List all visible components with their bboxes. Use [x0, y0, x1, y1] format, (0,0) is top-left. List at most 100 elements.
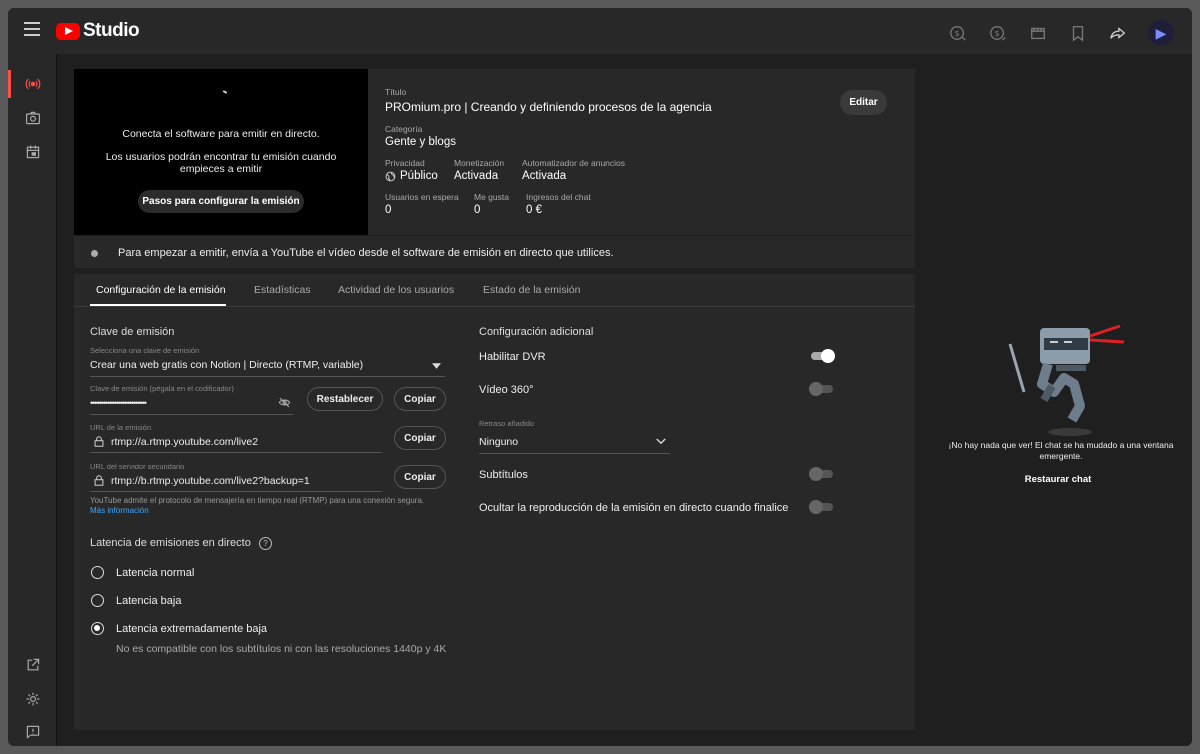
settings-panel: Configuración de la emisión Estadísticas…	[74, 274, 915, 730]
studio-window: Studio $ $ ▶ Conecta el software para em…	[8, 8, 1192, 746]
category-value: Gente y blogs	[385, 136, 456, 148]
url-underline	[90, 452, 382, 453]
avatar[interactable]: ▶	[1148, 20, 1174, 46]
active-tab-indicator	[90, 304, 226, 306]
edit-button[interactable]: Editar	[840, 90, 887, 115]
delay-label: Retraso añadido	[479, 419, 535, 428]
radio-latency-normal[interactable]	[91, 566, 104, 579]
vr360-label: Vídeo 360°	[479, 384, 534, 396]
rtmp-note: YouTube admite el protocolo de mensajerí…	[90, 496, 425, 505]
select-underline	[90, 376, 445, 377]
select-key-label: Selecciona una clave de emisión	[90, 346, 200, 355]
bookmark-icon[interactable]	[1068, 23, 1088, 43]
users-find-text: Los usuarios podrán encontrar tu emisión…	[105, 151, 337, 175]
status-line: Para empezar a emitir, envía a YouTube e…	[74, 235, 915, 268]
radio-latency-low[interactable]	[91, 594, 104, 607]
logo-text: Studio	[83, 20, 140, 41]
top-bar: Studio $ $ ▶	[8, 8, 1192, 54]
title-label: Título	[385, 87, 407, 97]
globe-icon	[385, 171, 396, 181]
tab-analytics[interactable]: Estadísticas	[254, 284, 311, 296]
tab-stream-health[interactable]: Estado de la emisión	[483, 284, 580, 296]
backup-underline	[90, 491, 382, 492]
latency-low-label: Latencia baja	[116, 595, 182, 607]
status-text: Para empezar a emitir, envía a YouTube e…	[118, 247, 614, 259]
stream-key-field[interactable]: ••••••••••••••••••••••••••	[90, 398, 147, 408]
camera-icon[interactable]	[8, 102, 57, 134]
privacy-row: Público	[385, 170, 438, 182]
copy-key-button[interactable]: Copiar	[394, 387, 446, 411]
more-info-link[interactable]: Más información	[90, 506, 149, 515]
stream-summary-card: Conecta el software para emitir en direc…	[74, 69, 915, 268]
chat-income-value: 0 €	[526, 204, 542, 216]
stream-url-field[interactable]: rtmp://a.rtmp.youtube.com/live2	[111, 436, 258, 448]
svg-text:$: $	[995, 28, 1000, 38]
share-icon[interactable]	[1108, 23, 1128, 43]
settings-gear-icon[interactable]	[8, 683, 57, 715]
url-label: URL de la emisión	[90, 423, 151, 432]
backup-url-field[interactable]: rtmp://b.rtmp.youtube.com/live2?backup=1	[111, 475, 310, 487]
ninja-illustration	[1008, 324, 1125, 436]
likes-label: Me gusta	[474, 192, 509, 202]
waiting-label: Usuarios en espera	[385, 192, 459, 202]
ads-label: Automatizador de anuncios	[522, 158, 626, 168]
money-out-icon[interactable]: $	[988, 23, 1008, 43]
hide-eye-icon[interactable]	[278, 396, 291, 409]
copy-backup-button[interactable]: Copiar	[394, 465, 446, 489]
dvr-label: Habilitar DVR	[479, 351, 546, 363]
latency-ultra-low-label: Latencia extremadamente baja	[116, 623, 268, 635]
top-actions: $ $ ▶	[948, 20, 1174, 46]
category-label: Categoría	[385, 124, 423, 134]
feedback-icon[interactable]	[8, 716, 57, 746]
ads-value: Activada	[522, 170, 567, 182]
hide-replay-label: Ocultar la reproducción de la emisión en…	[479, 502, 789, 514]
likes-value: 0	[474, 204, 481, 216]
money-in-icon[interactable]: $	[948, 23, 968, 43]
copy-url-button[interactable]: Copiar	[394, 426, 446, 450]
additional-heading: Configuración adicional	[479, 326, 594, 338]
chat-income-label: Ingresos del chat	[526, 192, 591, 202]
monetization-label: Monetización	[454, 158, 505, 168]
tab-bar: Configuración de la emisión Estadísticas…	[74, 274, 915, 307]
reset-button[interactable]: Restablecer	[307, 387, 383, 411]
chat-panel: ¡No hay nada que ver! El chat se ha muda…	[924, 54, 1192, 746]
stream-key-select[interactable]: Crear una web gratis con Notion | Direct…	[90, 359, 363, 371]
waiting-value: 0	[385, 204, 392, 216]
calendar-icon[interactable]	[8, 136, 57, 168]
subtitles-label: Subtítulos	[479, 469, 528, 481]
chat-moved-message: ¡No hay nada que ver! El chat se ha muda…	[948, 440, 1174, 461]
backup-url-label: URL del servidor secundario	[90, 462, 185, 471]
external-link-icon[interactable]	[8, 649, 57, 681]
hamburger-menu-icon[interactable]	[24, 22, 40, 36]
studio-logo[interactable]: Studio	[56, 20, 140, 42]
chevron-down-icon[interactable]	[656, 438, 666, 445]
hide-replay-toggle[interactable]	[809, 500, 835, 514]
stream-preview: Conecta el software para emitir en direc…	[74, 69, 368, 235]
setup-steps-button[interactable]: Pasos para configurar la emisión	[138, 190, 304, 213]
tab-stream-settings[interactable]: Configuración de la emisión	[96, 284, 226, 296]
connect-software-text: Conecta el software para emitir en direc…	[122, 128, 320, 140]
latency-heading: Latencia de emisiones en directo	[90, 537, 251, 549]
subtitles-toggle[interactable]	[809, 467, 835, 481]
stream-key-heading: Clave de emisión	[90, 326, 175, 338]
side-nav	[8, 54, 57, 746]
latency-note: No es compatible con los subtítulos ni c…	[116, 643, 447, 655]
privacy-label: Privacidad	[385, 158, 425, 168]
vr360-toggle[interactable]	[809, 382, 835, 396]
restore-chat-button[interactable]: Restaurar chat	[924, 474, 1192, 485]
loading-spinner-icon	[222, 90, 228, 94]
radio-latency-ultra-low[interactable]	[91, 622, 104, 635]
delay-select[interactable]: Ninguno	[479, 436, 518, 448]
clapperboard-icon[interactable]	[1028, 23, 1048, 43]
tab-user-activity[interactable]: Actividad de los usuarios	[338, 284, 454, 296]
status-dot-icon	[91, 250, 98, 257]
live-stream-icon[interactable]	[8, 68, 57, 100]
lock-icon	[94, 436, 104, 447]
youtube-logo-icon	[56, 22, 80, 40]
dvr-toggle[interactable]	[809, 349, 835, 363]
dropdown-arrow-icon[interactable]	[432, 363, 441, 369]
help-icon[interactable]: ?	[259, 537, 272, 550]
delay-underline	[479, 453, 670, 454]
key-underline	[90, 414, 293, 415]
lock-icon	[94, 475, 104, 486]
